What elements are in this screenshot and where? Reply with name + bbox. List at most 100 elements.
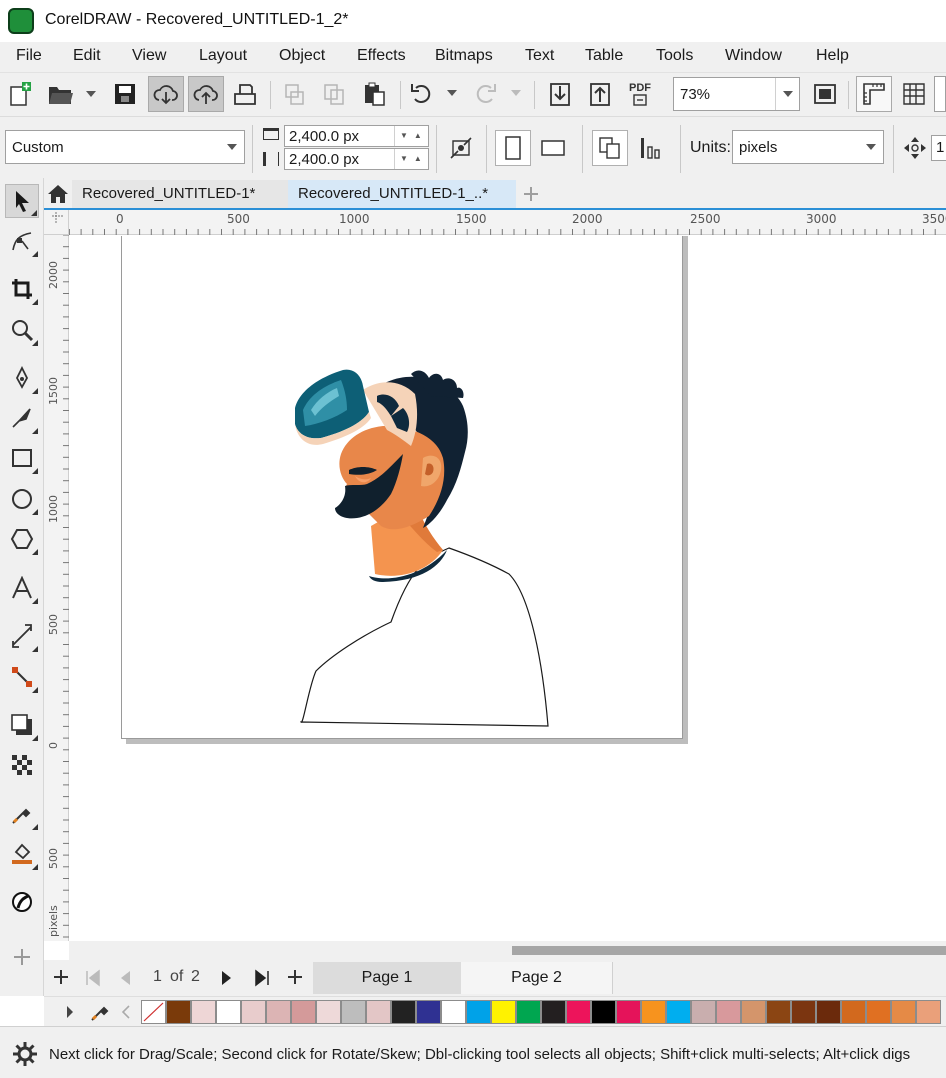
menu-effects[interactable]: Effects	[357, 47, 406, 65]
color-swatch[interactable]	[541, 1000, 566, 1024]
color-swatch[interactable]	[291, 1000, 316, 1024]
menu-bitmaps[interactable]: Bitmaps	[435, 47, 493, 65]
color-swatch[interactable]	[191, 1000, 216, 1024]
eyedropper-tool-icon[interactable]	[5, 797, 39, 831]
menu-file[interactable]: File	[16, 47, 42, 65]
no-color-swatch[interactable]	[141, 1000, 166, 1024]
menu-tools[interactable]: Tools	[656, 47, 693, 65]
nudge-distance-input[interactable]: 1	[931, 135, 946, 161]
vr-headset-man-illustration[interactable]	[291, 366, 551, 731]
drawing-canvas[interactable]	[69, 236, 946, 941]
page-tab-1[interactable]: Page 1	[313, 962, 461, 994]
customize-toolbox-plus-icon[interactable]	[5, 940, 39, 974]
color-swatch[interactable]	[816, 1000, 841, 1024]
menu-help[interactable]: Help	[816, 47, 849, 65]
color-swatch[interactable]	[216, 1000, 241, 1024]
color-swatch[interactable]	[791, 1000, 816, 1024]
open-dropdown-caret-icon[interactable]	[86, 91, 96, 97]
menu-object[interactable]: Object	[279, 47, 325, 65]
color-swatch[interactable]	[766, 1000, 791, 1024]
color-swatch[interactable]	[391, 1000, 416, 1024]
menu-window[interactable]: Window	[725, 47, 782, 65]
all-pages-icon[interactable]	[592, 130, 628, 166]
pick-tool-icon[interactable]	[5, 184, 39, 218]
last-page-icon[interactable]	[253, 969, 271, 991]
show-grid-icon[interactable]	[896, 76, 932, 112]
smart-fill-tool-icon[interactable]	[5, 885, 39, 919]
copy-icon[interactable]	[316, 76, 352, 112]
undo-icon[interactable]	[404, 76, 440, 112]
chevron-down-icon[interactable]	[859, 131, 883, 163]
ruler-origin-icon[interactable]	[44, 210, 69, 235]
full-screen-preview-icon[interactable]	[807, 76, 843, 112]
color-swatch[interactable]	[691, 1000, 716, 1024]
color-swatch[interactable]	[916, 1000, 941, 1024]
color-swatch[interactable]	[366, 1000, 391, 1024]
portrait-orientation-icon[interactable]	[495, 130, 531, 166]
new-document-icon[interactable]	[2, 76, 38, 112]
menu-layout[interactable]: Layout	[199, 47, 247, 65]
text-tool-icon[interactable]	[5, 571, 39, 605]
palette-scroll-left-icon[interactable]	[121, 1005, 131, 1023]
next-page-icon[interactable]	[220, 969, 234, 991]
current-page-icon[interactable]	[633, 130, 669, 166]
home-icon[interactable]	[44, 180, 72, 208]
page-size-combo[interactable]: Custom	[5, 130, 245, 164]
vertical-ruler[interactable]: 2000 1500 1000 500 0 500 pixels	[44, 235, 69, 941]
new-tab-plus-icon[interactable]	[516, 180, 546, 208]
connector-tool-icon[interactable]	[5, 660, 39, 694]
artistic-media-tool-icon[interactable]	[5, 401, 39, 435]
menu-view[interactable]: View	[132, 47, 166, 65]
crop-tool-icon[interactable]	[5, 272, 39, 306]
open-folder-icon[interactable]	[43, 76, 79, 112]
color-swatch[interactable]	[566, 1000, 591, 1024]
scale-with-page-icon[interactable]	[443, 130, 479, 166]
horizontal-scrollbar[interactable]	[69, 941, 946, 960]
settings-gear-icon[interactable]	[12, 1041, 38, 1071]
color-swatch[interactable]	[516, 1000, 541, 1024]
menu-edit[interactable]: Edit	[73, 47, 101, 65]
color-swatch[interactable]	[166, 1000, 191, 1024]
eyedropper-icon[interactable]	[89, 1001, 111, 1027]
ellipse-tool-icon[interactable]	[5, 482, 39, 516]
spinner-arrows-icon[interactable]: ▼▲	[394, 126, 428, 146]
rectangle-tool-icon[interactable]	[5, 441, 39, 475]
color-swatch[interactable]	[591, 1000, 616, 1024]
color-swatch[interactable]	[866, 1000, 891, 1024]
tab-recovered-untitled-1-2[interactable]: Recovered_UNTITLED-1_..*	[288, 180, 516, 208]
color-swatch[interactable]	[641, 1000, 666, 1024]
color-swatch[interactable]	[666, 1000, 691, 1024]
color-swatch[interactable]	[741, 1000, 766, 1024]
tab-recovered-untitled-1[interactable]: Recovered_UNTITLED-1*	[72, 180, 288, 208]
drop-shadow-tool-icon[interactable]	[5, 708, 39, 742]
show-rulers-icon[interactable]	[856, 76, 892, 112]
zoom-tool-icon[interactable]	[5, 313, 39, 347]
color-swatch[interactable]	[716, 1000, 741, 1024]
redo-icon[interactable]	[467, 76, 503, 112]
palette-menu-arrow-icon[interactable]	[66, 1005, 74, 1023]
spinner-arrows-icon[interactable]: ▼▲	[394, 149, 428, 169]
page-tab-2[interactable]: Page 2	[461, 962, 613, 994]
interactive-fill-tool-icon[interactable]	[5, 837, 39, 871]
chevron-down-icon[interactable]	[775, 78, 799, 110]
horizontal-ruler[interactable]: 0 500 1000 1500 2000 2500 3000 3500	[44, 210, 946, 235]
publish-pdf-icon[interactable]: PDF	[622, 76, 658, 112]
undo-dropdown-caret-icon[interactable]	[447, 90, 457, 96]
color-swatch[interactable]	[466, 1000, 491, 1024]
transparency-tool-icon[interactable]	[5, 748, 39, 782]
zoom-level-combo[interactable]: 73%	[673, 77, 800, 111]
scrollbar-thumb[interactable]	[512, 946, 946, 955]
more-options-button[interactable]	[934, 76, 946, 112]
color-swatch[interactable]	[841, 1000, 866, 1024]
menu-text[interactable]: Text	[525, 47, 554, 65]
landscape-orientation-icon[interactable]	[535, 130, 571, 166]
paste-icon[interactable]	[356, 76, 392, 112]
save-icon[interactable]	[107, 76, 143, 112]
previous-page-icon[interactable]	[118, 969, 132, 991]
color-swatch[interactable]	[341, 1000, 366, 1024]
cut-icon[interactable]	[276, 76, 312, 112]
cloud-upload-icon[interactable]	[188, 76, 224, 112]
color-swatch[interactable]	[891, 1000, 916, 1024]
page-width-input[interactable]: 2,400.0 px ▼▲	[284, 125, 429, 147]
color-swatch[interactable]	[316, 1000, 341, 1024]
